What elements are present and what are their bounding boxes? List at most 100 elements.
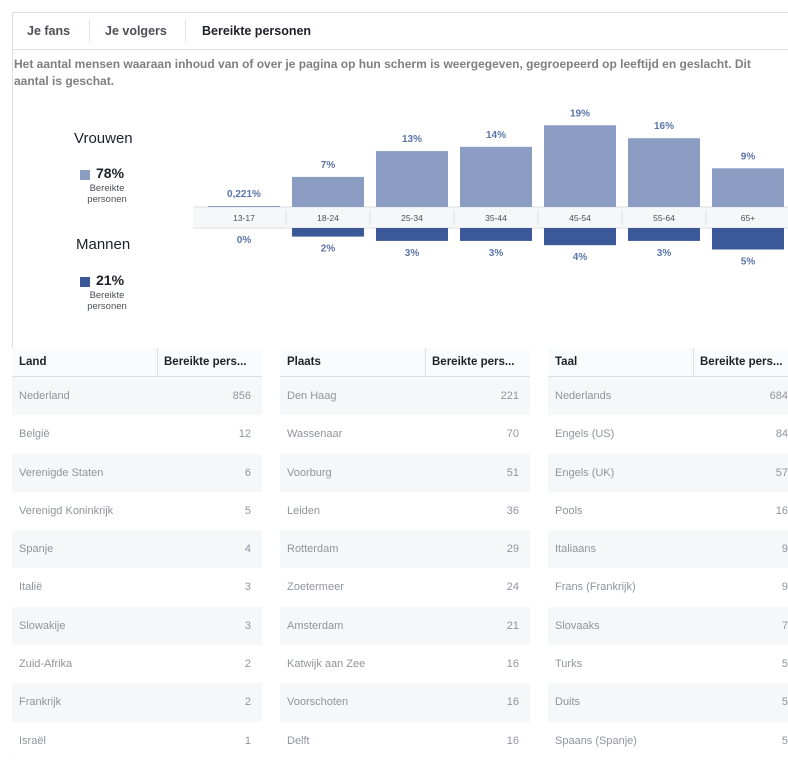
row-label: België	[19, 428, 50, 441]
table-row: Slovaaks 7	[548, 606, 788, 646]
column-header-plaats[interactable]: Plaats	[287, 348, 321, 376]
row-value: 856	[232, 390, 251, 402]
table-row: Katwijk aan Zee 16	[280, 645, 530, 683]
row-label: Italië	[19, 581, 43, 594]
row-value: 51	[506, 466, 519, 479]
row-label: Leiden	[287, 504, 321, 517]
column-header-taal[interactable]: Taal	[555, 348, 577, 376]
column-divider	[693, 348, 694, 376]
row-label: Frankrijk	[19, 696, 62, 709]
x-tick-label: 55-64	[653, 213, 675, 223]
row-label: Slovaaks	[555, 619, 600, 632]
row-label: Zuid-Afrika	[19, 658, 73, 671]
row-value: 84	[775, 428, 788, 441]
bar-women	[208, 206, 280, 207]
bar-men-label: 2%	[321, 244, 336, 255]
row-value: 16	[506, 734, 519, 747]
table-header: Land Bereikte pers...	[12, 348, 262, 377]
row-value: 7	[781, 619, 788, 632]
row-value: 21	[506, 619, 519, 632]
column-header-reached[interactable]: Bereikte pers...	[164, 348, 246, 376]
column-header-reached[interactable]: Bereikte pers...	[432, 348, 514, 376]
table-row: Den Haag 221	[280, 377, 530, 416]
table-row: Nederlands 684	[548, 377, 788, 416]
row-value: 6	[244, 466, 251, 479]
table-body: Den Haag 221 Wassenaar 70 Voorburg 51 Leiden 36…	[280, 377, 530, 760]
table-body: Nederland 856 België 12 Verenigde Staten 6 Ver…	[12, 377, 262, 760]
row-label: Nederland	[19, 390, 70, 402]
row-label: Amsterdam	[287, 619, 344, 632]
column-header-reached[interactable]: Bereikte pers...	[700, 348, 782, 376]
bar-men	[628, 228, 700, 241]
table-row: Engels (US) 84	[548, 415, 788, 453]
row-label: Slowakije	[19, 619, 66, 632]
table-row: Spanje 4	[12, 530, 262, 569]
table-row: Verenigd Koninkrijk 5	[12, 492, 262, 530]
table-row: Spaans (Spanje) 5	[548, 722, 788, 760]
row-label: Engels (UK)	[555, 466, 615, 479]
row-value: 12	[238, 428, 251, 441]
row-value: 24	[506, 581, 519, 594]
table-header: Taal Bereikte pers...	[548, 348, 788, 377]
row-label: Spaans (Spanje)	[555, 734, 637, 747]
row-value: 5	[781, 696, 788, 709]
row-label: Rotterdam	[287, 543, 339, 556]
row-label: Israël	[19, 734, 46, 747]
bar-women-label: 13%	[402, 134, 422, 145]
table-row: Frankrijk 2	[12, 683, 262, 722]
table-row: Verenigde Staten 6	[12, 453, 262, 492]
table-row: Amsterdam 21	[280, 606, 530, 646]
table-header: Plaats Bereikte pers...	[280, 348, 530, 377]
table-row: Nederland 856	[12, 377, 262, 416]
row-label: Wassenaar	[287, 428, 343, 441]
bar-men	[292, 228, 364, 237]
table-row: Voorburg 51	[280, 453, 530, 492]
row-value: 16	[506, 658, 519, 671]
row-value: 57	[775, 466, 788, 479]
row-value: 2	[244, 696, 251, 709]
row-label: Engels (US)	[555, 428, 615, 441]
row-value: 16	[506, 696, 519, 709]
bar-women	[460, 146, 532, 207]
bar-men	[460, 228, 532, 241]
row-label: Nederlands	[555, 390, 612, 402]
table-row: Engels (UK) 57	[548, 453, 788, 492]
bar-men	[376, 228, 448, 241]
row-label: Duits	[555, 696, 581, 709]
row-label: Delft	[287, 734, 310, 747]
table-row: Italiaans 9	[548, 530, 788, 569]
bar-women	[544, 125, 616, 207]
table-row: Israël 1	[12, 722, 262, 760]
row-label: Turks	[555, 658, 583, 671]
bar-women	[292, 176, 364, 207]
bar-women-label: 9%	[741, 151, 756, 162]
table-body: Nederlands 684 Engels (US) 84 Engels (UK) 57 P…	[548, 377, 788, 760]
row-value: 684	[769, 390, 788, 402]
row-label: Den Haag	[287, 390, 337, 402]
row-value: 5	[781, 734, 788, 747]
x-tick-label: 65+	[741, 213, 755, 223]
row-value: 36	[506, 504, 519, 517]
table-plaats: Plaats Bereikte pers... Den Haag 221 Wasse…	[280, 348, 530, 755]
bar-men-label: 0%	[237, 235, 252, 246]
table-row: Zoetermeer 24	[280, 568, 530, 606]
row-value: 9	[781, 543, 788, 556]
row-label: Verenigd Koninkrijk	[19, 504, 114, 517]
bar-men-label: 5%	[741, 257, 756, 268]
table-row: Leiden 36	[280, 492, 530, 530]
x-tick-label: 35-44	[485, 213, 507, 223]
table-row: België 12	[12, 415, 262, 453]
table-land: Land Bereikte pers... Nederland 856 België…	[12, 348, 262, 755]
row-label: Pools	[555, 504, 583, 517]
table-taal: Taal Bereikte pers... Nederlands 684 Engel…	[548, 348, 788, 755]
table-row: Frans (Frankrijk) 9	[548, 568, 788, 606]
table-row: Zuid-Afrika 2	[12, 645, 262, 683]
column-divider	[425, 348, 426, 376]
row-value: 3	[244, 619, 251, 632]
bar-men-label: 3%	[489, 248, 504, 259]
age-gender-chart: 13-17 0,221% 0% 18-24 7% 2% 25-34 13% 3% 35-44 14%…	[193, 108, 788, 268]
table-row: Delft 16	[280, 722, 530, 760]
row-label: Spanje	[19, 543, 54, 556]
column-header-land[interactable]: Land	[19, 348, 46, 376]
table-row: Turks 5	[548, 645, 788, 683]
